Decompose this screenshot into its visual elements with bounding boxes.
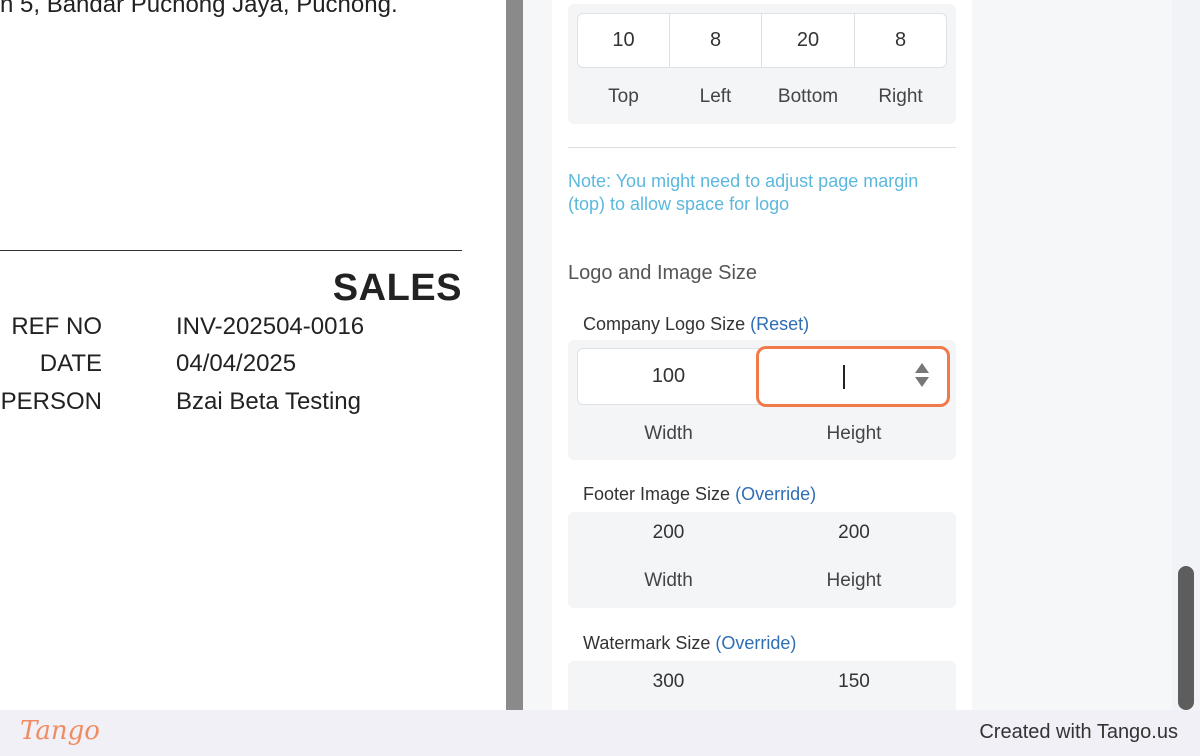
footer-image-height-label: Height bbox=[826, 570, 882, 591]
company-logo-reset-link[interactable]: (Reset) bbox=[750, 314, 809, 334]
meta-label: DATE bbox=[39, 350, 102, 377]
logo-image-size-heading: Logo and Image Size bbox=[568, 262, 758, 284]
footer-image-size-label: Footer Image Size (Override) bbox=[583, 484, 816, 505]
section-divider bbox=[568, 147, 956, 148]
invoice-meta-row: ES PERSON Bzai Beta Testing bbox=[0, 388, 480, 418]
meta-label: ES PERSON bbox=[0, 388, 102, 415]
invoice-rule bbox=[0, 250, 462, 251]
meta-value: INV-202504-0016 bbox=[176, 313, 365, 340]
footer-image-override-link[interactable]: (Override) bbox=[735, 484, 816, 504]
footer-image-width-value[interactable]: 200 bbox=[577, 522, 760, 544]
margin-bottom-input[interactable]: 20 bbox=[761, 13, 855, 68]
invoice-meta-row: DATE 04/04/2025 bbox=[0, 350, 480, 380]
meta-value: Bzai Beta Testing bbox=[176, 388, 362, 415]
text-cursor bbox=[843, 365, 845, 389]
company-logo-size-label: Company Logo Size (Reset) bbox=[583, 314, 809, 335]
number-spinner-icon[interactable] bbox=[915, 361, 929, 391]
company-logo-width-input[interactable]: 100 bbox=[577, 348, 760, 405]
footer-image-height-value[interactable]: 200 bbox=[760, 522, 948, 544]
spinner-down-icon[interactable] bbox=[915, 377, 929, 387]
invoice-title: SALES bbox=[332, 267, 462, 309]
tango-footer: Tango Created with Tango.us bbox=[0, 710, 1200, 756]
company-logo-width-label: Width bbox=[644, 423, 693, 444]
margin-right-label: Right bbox=[878, 86, 923, 107]
margin-right-input[interactable]: 8 bbox=[854, 13, 947, 68]
footer-image-size-text: Footer Image Size bbox=[583, 484, 731, 504]
logo-margin-note: Note: You might need to adjust page marg… bbox=[568, 171, 919, 214]
watermark-width-value[interactable]: 300 bbox=[577, 671, 760, 693]
company-logo-size-text: Company Logo Size bbox=[583, 314, 746, 334]
margin-top-input[interactable]: 10 bbox=[577, 13, 670, 68]
invoice-meta-row: REF NO INV-202504-0016 bbox=[0, 313, 480, 343]
preview-divider[interactable] bbox=[506, 0, 523, 710]
created-with-text: Created with Tango.us bbox=[979, 721, 1178, 743]
watermark-size-label: Watermark Size (Override) bbox=[583, 633, 796, 654]
margin-left-input[interactable]: 8 bbox=[669, 13, 762, 68]
margin-top-label: Top bbox=[608, 86, 639, 107]
meta-value: 04/04/2025 bbox=[176, 350, 297, 377]
invoice-address: n 5, Bandar Puchong Jaya, Puchong. bbox=[0, 0, 398, 18]
watermark-height-value[interactable]: 150 bbox=[760, 671, 948, 693]
scrollbar-thumb[interactable] bbox=[1178, 566, 1194, 710]
margin-left-label: Left bbox=[699, 86, 732, 107]
company-logo-height-label: Height bbox=[826, 423, 882, 444]
invoice-preview: n 5, Bandar Puchong Jaya, Puchong. SALES… bbox=[0, 0, 506, 710]
company-logo-height-input[interactable] bbox=[756, 346, 950, 407]
meta-label: REF NO bbox=[11, 313, 102, 340]
watermark-override-link[interactable]: (Override) bbox=[715, 633, 796, 653]
watermark-size-text: Watermark Size bbox=[583, 633, 711, 653]
footer-image-width-label: Width bbox=[644, 570, 693, 591]
margin-bottom-label: Bottom bbox=[777, 86, 839, 107]
spinner-up-icon[interactable] bbox=[915, 363, 929, 373]
tango-logo: Tango bbox=[20, 716, 100, 746]
